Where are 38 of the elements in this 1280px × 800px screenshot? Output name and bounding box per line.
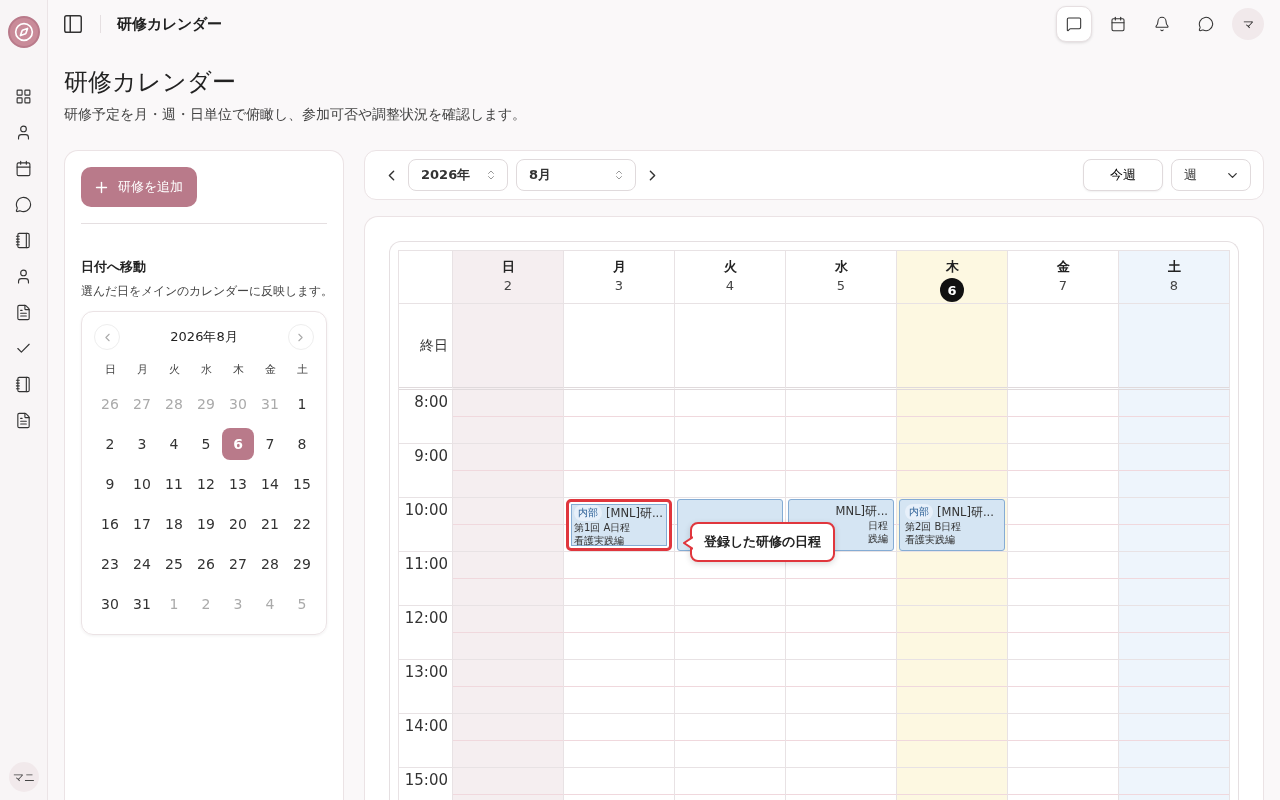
weekday-label: 日: [501, 258, 515, 276]
event-tag: 内部: [574, 505, 602, 521]
weekday-label: 水: [834, 258, 848, 276]
weekday-label: 金: [263, 362, 277, 378]
section-title: 日付へ移動: [81, 258, 147, 276]
weekday-label: 土: [1167, 258, 1181, 276]
date-label: 4: [725, 278, 735, 293]
date-label: 7: [1058, 278, 1068, 293]
date-label: 3: [614, 278, 624, 293]
event-detail: 践編: [868, 533, 888, 545]
weekday-label: 金: [1056, 258, 1070, 276]
weekday-label: 土: [295, 362, 309, 378]
weekday-label: 火: [723, 258, 737, 276]
weekday-label: 月: [135, 362, 149, 378]
month-title: 2026年8月: [170, 328, 238, 346]
event-title: MNL]研...: [835, 504, 888, 519]
event-tag: 内部: [905, 504, 933, 520]
weekday-label: 日: [103, 362, 117, 378]
weekday-label: 火: [167, 362, 181, 378]
header-title: 研修カレンダー: [100, 15, 222, 33]
event-detail: 日程: [868, 520, 888, 532]
date-label: 2: [503, 278, 513, 293]
event-detail: 第1回 A日程: [574, 522, 631, 534]
page-title: 研修カレンダー: [64, 67, 237, 98]
event-detail: 看護実践編: [574, 535, 624, 547]
weekday-label: 木: [945, 258, 959, 276]
weekday-label: 水: [199, 362, 213, 378]
event-title: [MNL]研...: [606, 505, 663, 521]
event-title: [MNL]研...: [937, 504, 994, 520]
weekday-label: 木: [231, 362, 245, 378]
section-hint: 選んだ日をメインのカレンダーに反映します。: [81, 284, 327, 299]
today-date: 6: [940, 278, 964, 302]
event-detail: 看護実践編: [905, 534, 955, 546]
date-label: 5: [836, 278, 846, 293]
weekday-label: 月: [612, 258, 626, 276]
date-label: 8: [1169, 278, 1179, 293]
event-detail: 第2回 B日程: [905, 521, 962, 533]
page-subtitle: 研修予定を月・週・日単位で俯瞰し、参加可否や調整状況を確認します。: [64, 106, 527, 124]
